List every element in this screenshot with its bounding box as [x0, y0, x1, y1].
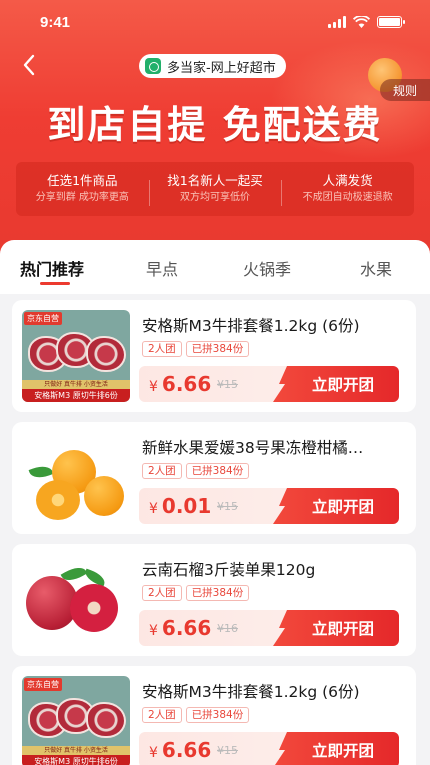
status-icons — [328, 16, 405, 28]
price-value: 6.66 — [161, 372, 212, 396]
tab-hot[interactable]: 热门推荐 — [20, 256, 84, 280]
sold-count-tag: 已拼384份 — [185, 463, 250, 479]
store-tag: 京东自营 — [24, 678, 62, 691]
group-price: ¥6.66 — [149, 616, 211, 640]
product-tags: 2人团 已拼384份 — [142, 463, 250, 479]
back-button[interactable] — [18, 52, 40, 78]
currency-symbol: ¥ — [149, 501, 158, 517]
image-slogan: 只做好 真牛排 小资生活 — [22, 746, 130, 755]
original-price: ¥16 — [217, 622, 238, 635]
group-price: ¥6.66 — [149, 738, 211, 762]
price-value: 0.01 — [161, 494, 212, 518]
group-price: ¥6.66 — [149, 372, 211, 396]
benefit-subtitle: 分享到群 成功率更高 — [35, 192, 129, 203]
image-slogan: 只做好 真牛排 小资生活 — [22, 380, 130, 389]
product-card[interactable]: 京东自营 只做好 真牛排 小资生活 安格斯M3 原切牛排6份 安格斯M3牛排套餐… — [12, 300, 416, 412]
start-group-button[interactable]: 立即开团 — [273, 366, 399, 402]
product-image: 京东自营 只做好 真牛排 小资生活 安格斯M3 原切牛排6份 — [22, 310, 130, 402]
original-price: ¥15 — [217, 500, 238, 513]
original-price: ¥15 — [217, 744, 238, 757]
product-tags: 2人团 已拼384份 — [142, 585, 250, 601]
benefit-item: 人满发货 不成团自动极速退款 — [281, 172, 414, 206]
sold-count-tag: 已拼384份 — [185, 585, 250, 601]
image-brand: 安格斯M3 原切牛排6份 — [22, 389, 130, 402]
image-brand: 安格斯M3 原切牛排6份 — [22, 755, 130, 765]
product-image — [22, 554, 130, 646]
currency-symbol: ¥ — [149, 745, 158, 761]
start-group-button[interactable]: 立即开团 — [273, 610, 399, 646]
group-size-tag: 2人团 — [142, 585, 182, 601]
sold-count-tag: 已拼384份 — [185, 341, 250, 357]
hero-banner: 9:41 多当家-网上好超市 规则 到店自提 免配送费 任选1件商品 分享到群 … — [0, 0, 430, 262]
status-time: 9:41 — [40, 13, 71, 31]
tab-breakfast[interactable]: 早点 — [146, 256, 178, 280]
signal-icon — [328, 16, 346, 28]
promo-headline: 到店自提 免配送费 — [47, 103, 383, 147]
start-group-button[interactable]: 立即开团 — [273, 488, 399, 524]
product-tags: 2人团 已拼384份 — [142, 341, 250, 357]
benefit-title: 人满发货 — [322, 173, 373, 188]
group-size-tag: 2人团 — [142, 707, 182, 723]
price-bar: ¥6.66 ¥15 立即开团 — [139, 366, 399, 402]
benefits-bar: 任选1件商品 分享到群 成功率更高 找1名新人一起买 双方均可享低价 人满发货 … — [16, 162, 414, 216]
price-bar: ¥0.01 ¥15 立即开团 — [139, 488, 399, 524]
chevron-left-icon — [23, 54, 35, 76]
product-title: 安格斯M3牛排套餐1.2kg (6份) — [142, 317, 360, 335]
product-title: 云南石榴3斤装单果120g — [142, 561, 316, 579]
product-title: 安格斯M3牛排套餐1.2kg (6份) — [142, 683, 360, 701]
original-price: ¥15 — [217, 378, 238, 391]
benefit-item: 找1名新人一起买 双方均可享低价 — [148, 172, 282, 206]
product-image — [22, 432, 130, 524]
benefit-title: 任选1件商品 — [47, 173, 118, 188]
group-size-tag: 2人团 — [142, 341, 182, 357]
benefit-subtitle: 不成团自动极速退款 — [302, 192, 393, 203]
category-tabs: 热门推荐 早点 火锅季 水果 — [0, 240, 430, 294]
price-bar: ¥6.66 ¥15 立即开团 — [139, 732, 399, 765]
store-logo-icon — [145, 58, 161, 74]
product-tags: 2人团 已拼384份 — [142, 707, 250, 723]
product-image: 京东自营 只做好 真牛排 小资生活 安格斯M3 原切牛排6份 — [22, 676, 130, 765]
currency-symbol: ¥ — [149, 379, 158, 395]
benefit-title: 找1名新人一起买 — [167, 173, 263, 188]
start-group-button[interactable]: 立即开团 — [273, 732, 399, 765]
product-title: 新鲜水果爱媛38号果冻橙柑橘… — [142, 439, 364, 457]
product-card[interactable]: 京东自营 只做好 真牛排 小资生活 安格斯M3 原切牛排6份 安格斯M3牛排套餐… — [12, 666, 416, 765]
store-tag: 京东自营 — [24, 312, 62, 325]
wifi-icon — [353, 16, 370, 28]
tab-fruit[interactable]: 水果 — [360, 256, 392, 280]
price-bar: ¥6.66 ¥16 立即开团 — [139, 610, 399, 646]
active-tab-indicator — [40, 282, 70, 285]
price-value: 6.66 — [161, 616, 212, 640]
group-price: ¥0.01 — [149, 494, 211, 518]
sold-count-tag: 已拼384份 — [185, 707, 250, 723]
group-size-tag: 2人团 — [142, 463, 182, 479]
product-card[interactable]: 新鲜水果爱媛38号果冻橙柑橘… 2人团 已拼384份 ¥0.01 ¥15 立即开… — [12, 422, 416, 534]
tab-hotpot[interactable]: 火锅季 — [243, 256, 291, 280]
currency-symbol: ¥ — [149, 623, 158, 639]
store-title: 多当家-网上好超市 — [167, 60, 276, 76]
product-card[interactable]: 云南石榴3斤装单果120g 2人团 已拼384份 ¥6.66 ¥16 立即开团 — [12, 544, 416, 656]
benefit-item: 任选1件商品 分享到群 成功率更高 — [16, 172, 149, 206]
status-bar: 9:41 — [0, 0, 430, 44]
store-title-pill: 多当家-网上好超市 — [139, 54, 286, 78]
battery-icon — [377, 16, 405, 28]
price-value: 6.66 — [161, 738, 212, 762]
benefit-subtitle: 双方均可享低价 — [180, 192, 250, 203]
